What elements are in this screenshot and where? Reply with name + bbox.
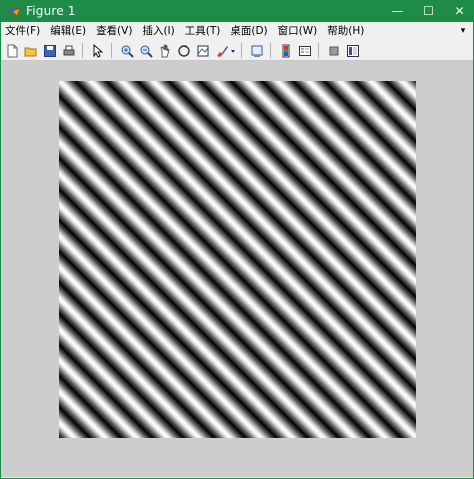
toolbar-separator	[82, 43, 83, 58]
menu-overflow-arrow-icon[interactable]: ▾	[457, 24, 469, 38]
insert-legend-icon[interactable]	[297, 43, 313, 59]
zoom-in-icon[interactable]	[119, 43, 135, 59]
pan-hand-icon[interactable]	[157, 43, 173, 59]
menu-edit[interactable]: 编辑(E)	[46, 22, 90, 41]
hide-plot-tools-icon[interactable]	[326, 43, 342, 59]
toolbar-separator	[318, 43, 319, 58]
menu-help[interactable]: 帮助(H)	[323, 22, 368, 41]
rotate-3d-icon[interactable]	[176, 43, 192, 59]
matlab-icon	[6, 3, 22, 19]
window-title: Figure 1	[26, 4, 76, 18]
new-figure-icon[interactable]	[4, 43, 20, 59]
toolbar-separator	[270, 43, 271, 58]
toolbar-separator	[111, 43, 112, 58]
menu-desktop[interactable]: 桌面(D)	[226, 22, 271, 41]
toolbar	[1, 41, 473, 61]
insert-colorbar-icon[interactable]	[278, 43, 294, 59]
save-icon[interactable]	[42, 43, 58, 59]
title-bar[interactable]: Figure 1 — ☐ ✕	[1, 0, 474, 22]
figure-canvas[interactable]	[1, 61, 473, 477]
figure-window: Figure 1 — ☐ ✕ 文件(F) 编辑(E) 查看(V) 插入(I) 工…	[0, 0, 474, 479]
brush-icon[interactable]	[214, 43, 230, 59]
edit-plot-arrow-icon[interactable]	[90, 43, 106, 59]
grating-image[interactable]	[59, 81, 416, 438]
menu-tools[interactable]: 工具(T)	[181, 22, 225, 41]
menu-view[interactable]: 查看(V)	[92, 22, 136, 41]
menu-window[interactable]: 窗口(W)	[274, 22, 322, 41]
minimize-button[interactable]: —	[382, 0, 413, 22]
toolbar-separator	[241, 43, 242, 58]
open-file-icon[interactable]	[23, 43, 39, 59]
close-button[interactable]: ✕	[444, 0, 474, 22]
brush-dropdown-icon[interactable]	[230, 43, 236, 59]
zoom-out-icon[interactable]	[138, 43, 154, 59]
maximize-button[interactable]: ☐	[413, 0, 444, 22]
menu-insert[interactable]: 插入(I)	[138, 22, 178, 41]
menu-file[interactable]: 文件(F)	[1, 22, 44, 41]
print-icon[interactable]	[61, 43, 77, 59]
show-plot-tools-icon[interactable]	[345, 43, 361, 59]
link-plot-icon[interactable]	[249, 43, 265, 59]
data-cursor-icon[interactable]	[195, 43, 211, 59]
menu-bar: 文件(F) 编辑(E) 查看(V) 插入(I) 工具(T) 桌面(D) 窗口(W…	[1, 22, 473, 41]
